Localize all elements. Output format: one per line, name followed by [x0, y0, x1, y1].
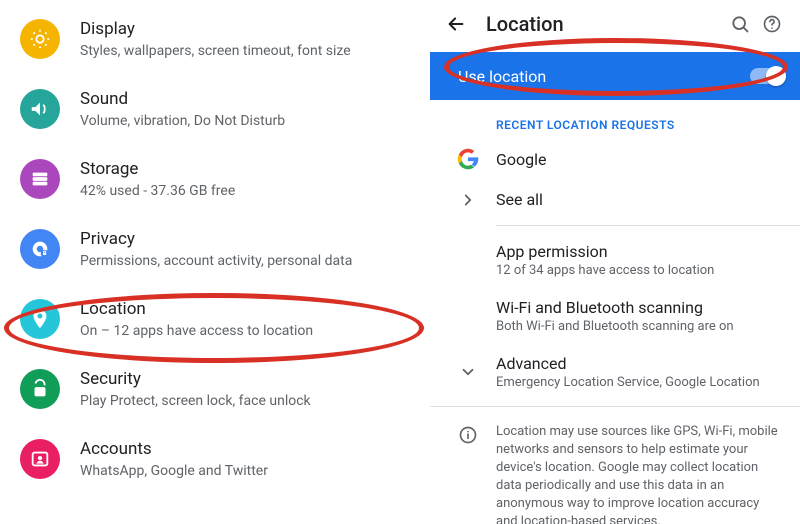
settings-item-subtitle: Permissions, account activity, personal … — [80, 252, 414, 270]
recent-app-google[interactable]: Google — [430, 138, 800, 180]
see-all-row[interactable]: See all — [430, 180, 800, 219]
settings-item-title: Security — [80, 368, 414, 390]
advanced-sub: Emergency Location Service, Google Locat… — [496, 375, 784, 390]
scanning-title: Wi-Fi and Bluetooth scanning — [496, 298, 784, 317]
location-info-text: Location may use sources like GPS, Wi-Fi… — [496, 423, 784, 524]
chevron-down-icon — [448, 363, 488, 381]
use-location-label: Use location — [458, 67, 546, 86]
settings-item-title: Display — [80, 18, 414, 40]
brightness-icon — [20, 19, 60, 59]
volume-icon — [20, 89, 60, 129]
advanced-row[interactable]: Advanced Emergency Location Service, Goo… — [430, 344, 800, 400]
info-icon — [448, 425, 488, 524]
settings-item-subtitle: Styles, wallpapers, screen timeout, font… — [80, 42, 414, 60]
recent-app-label: Google — [496, 150, 784, 169]
use-location-toggle[interactable] — [750, 68, 784, 84]
app-permission-sub: 12 of 34 apps have access to location — [496, 263, 784, 278]
wifi-bt-scanning-row[interactable]: Wi-Fi and Bluetooth scanning Both Wi-Fi … — [430, 288, 800, 344]
settings-item-storage[interactable]: Storage 42% used - 37.36 GB free — [0, 144, 430, 214]
settings-item-location[interactable]: Location On – 12 apps have access to loc… — [0, 284, 430, 354]
settings-item-title: Sound — [80, 88, 414, 110]
app-permission-row[interactable]: App permission 12 of 34 apps have access… — [430, 232, 800, 288]
chevron-right-icon — [448, 191, 488, 209]
settings-item-sound[interactable]: Sound Volume, vibration, Do Not Disturb — [0, 74, 430, 144]
location-info-block: Location may use sources like GPS, Wi-Fi… — [430, 413, 800, 524]
storage-icon — [20, 159, 60, 199]
search-icon — [730, 14, 750, 34]
use-location-row[interactable]: Use location — [430, 52, 800, 100]
divider — [496, 225, 800, 226]
location-header-title: Location — [486, 12, 724, 36]
settings-item-subtitle: On – 12 apps have access to location — [80, 322, 414, 340]
location-detail-pane: Location Use location RECENT LOCATION RE… — [430, 0, 800, 524]
see-all-label: See all — [496, 190, 784, 209]
settings-item-title: Location — [80, 298, 414, 320]
privacy-icon — [20, 229, 60, 269]
settings-item-subtitle: Play Protect, screen lock, face unlock — [80, 392, 414, 410]
search-button[interactable] — [724, 8, 756, 40]
divider — [430, 406, 800, 407]
settings-item-accounts[interactable]: Accounts WhatsApp, Google and Twitter — [0, 424, 430, 494]
settings-item-security[interactable]: Security Play Protect, screen lock, face… — [0, 354, 430, 424]
lock-open-icon — [20, 369, 60, 409]
settings-item-privacy[interactable]: Privacy Permissions, account activity, p… — [0, 214, 430, 284]
settings-item-title: Storage — [80, 158, 414, 180]
advanced-title: Advanced — [496, 354, 784, 373]
app-permission-title: App permission — [496, 242, 784, 261]
location-icon — [20, 299, 60, 339]
arrow-left-icon — [445, 13, 467, 35]
settings-item-title: Privacy — [80, 228, 414, 250]
settings-item-subtitle: 42% used - 37.36 GB free — [80, 182, 414, 200]
recent-requests-label: RECENT LOCATION REQUESTS — [430, 100, 800, 138]
location-header: Location — [430, 0, 800, 52]
settings-item-title: Accounts — [80, 438, 414, 460]
settings-item-subtitle: Volume, vibration, Do Not Disturb — [80, 112, 414, 130]
google-icon — [448, 148, 488, 170]
settings-item-subtitle: WhatsApp, Google and Twitter — [80, 462, 414, 480]
settings-list: Display Styles, wallpapers, screen timeo… — [0, 0, 430, 524]
back-button[interactable] — [442, 10, 470, 38]
help-icon — [762, 14, 782, 34]
scanning-sub: Both Wi-Fi and Bluetooth scanning are on — [496, 319, 784, 334]
account-icon — [20, 439, 60, 479]
settings-item-display[interactable]: Display Styles, wallpapers, screen timeo… — [0, 4, 430, 74]
help-button[interactable] — [756, 8, 788, 40]
